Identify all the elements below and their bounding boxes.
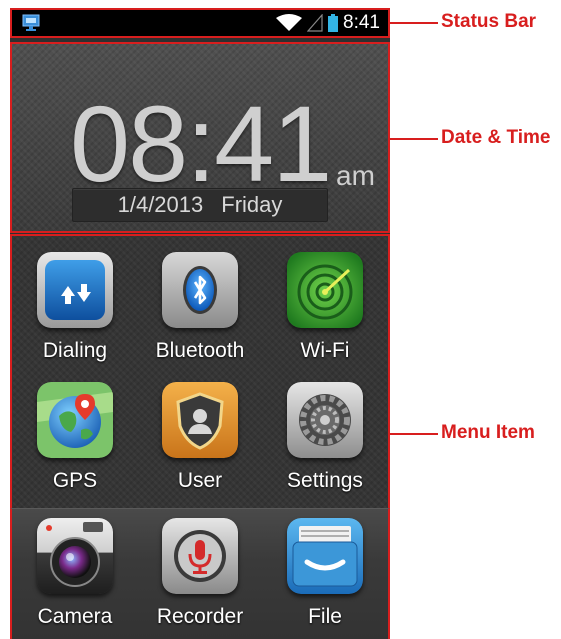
annotation-menu-item: Menu Item (441, 422, 535, 443)
app-dialing[interactable]: Dialing (20, 252, 130, 363)
app-label-recorder: Recorder (156, 605, 244, 628)
app-file[interactable]: File (270, 518, 380, 629)
annotation-line-date-time (390, 138, 438, 140)
app-label-wifi: Wi-Fi (300, 339, 350, 362)
app-settings[interactable]: Settings (270, 382, 380, 493)
wifi-icon (276, 14, 303, 31)
app-label-camera: Camera (37, 605, 113, 628)
annotation-status-bar: Status Bar (441, 11, 537, 32)
gear-icon (287, 382, 363, 458)
gps-globe-icon (37, 382, 113, 458)
date-time-widget[interactable]: 08:41 am 1/4/2013 Friday (10, 42, 390, 233)
app-label-user: User (177, 469, 223, 492)
annotation-line-status-bar (390, 22, 438, 24)
camera-icon (37, 518, 113, 594)
app-label-settings: Settings (287, 469, 363, 492)
status-bar: 8:41 (10, 8, 390, 38)
app-user[interactable]: User (145, 382, 255, 493)
microphone-icon (162, 518, 238, 594)
battery-icon (328, 14, 339, 32)
date-bar: 1/4/2013 Friday (72, 188, 328, 222)
date-text: 1/4/2013 (117, 192, 204, 217)
app-camera[interactable]: Camera (20, 518, 130, 629)
clock-ampm: am (336, 160, 375, 191)
app-label-file: File (308, 605, 342, 628)
day-text: Friday (221, 192, 283, 217)
annotation-date-time: Date & Time (441, 127, 551, 148)
file-box-icon (287, 518, 363, 594)
wifi-radar-icon (287, 252, 363, 328)
app-label-gps: GPS (52, 469, 98, 492)
dialing-icon (37, 252, 113, 328)
app-label-dialing: Dialing (42, 339, 108, 362)
bluetooth-icon (162, 252, 238, 328)
clock-time: 08:41 (70, 83, 332, 204)
user-shield-icon (162, 382, 238, 458)
signal-icon (307, 14, 323, 32)
app-label-bluetooth: Bluetooth (155, 339, 245, 362)
annotation-line-menu-item (390, 433, 438, 435)
app-recorder[interactable]: Recorder (145, 518, 255, 629)
app-bluetooth[interactable]: Bluetooth (145, 252, 255, 363)
app-wifi[interactable]: Wi-Fi (270, 252, 380, 363)
status-time: 8:41 (343, 12, 380, 33)
app-gps[interactable]: GPS (20, 382, 130, 493)
monitor-icon (22, 14, 40, 31)
